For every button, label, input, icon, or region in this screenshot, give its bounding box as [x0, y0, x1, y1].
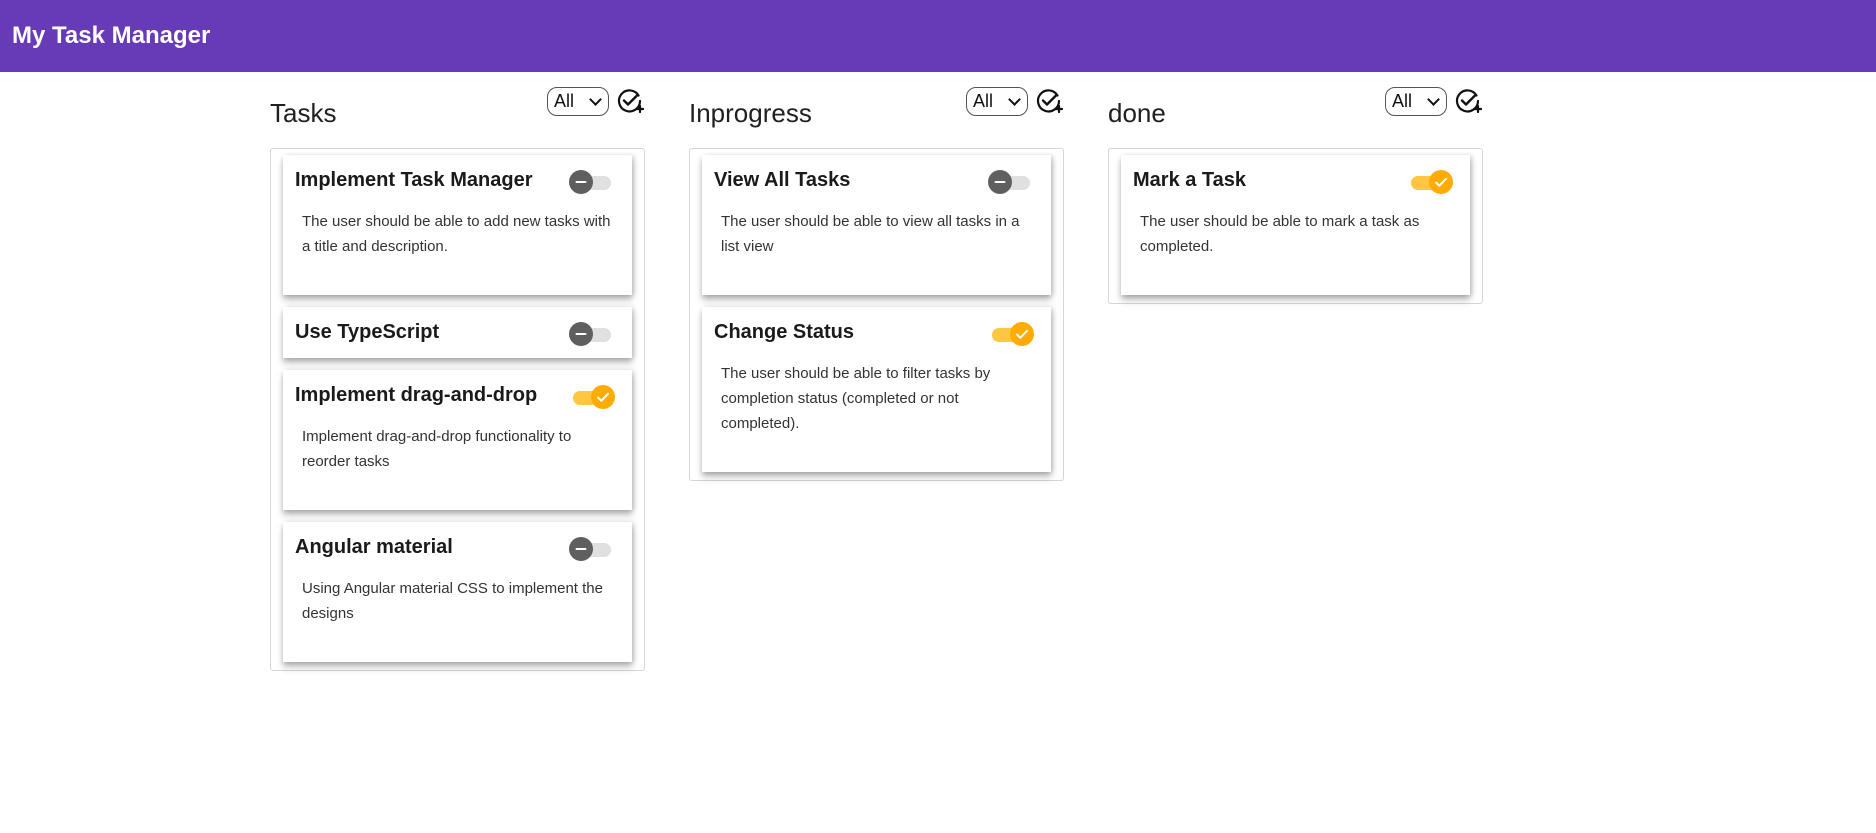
check-icon [1010, 322, 1034, 346]
minus-icon [569, 170, 593, 194]
task-card[interactable]: Angular material Using Angular material C… [283, 522, 632, 662]
task-card[interactable]: Implement drag-and-drop Implement drag-an… [283, 370, 632, 510]
task-description: The user should be able to mark a task a… [1140, 213, 1420, 255]
complete-toggle[interactable] [569, 169, 615, 195]
task-description: The user should be able to add new tasks… [302, 213, 611, 255]
status-filter-select[interactable]: All [1385, 86, 1447, 116]
minus-icon [988, 170, 1012, 194]
check-icon [591, 385, 615, 409]
column-title: Inprogress [689, 97, 812, 128]
task-list: Mark a Task The user should be able to ma… [1108, 148, 1483, 304]
task-description: The user should be able to filter tasks … [721, 365, 991, 432]
column-tools: All [547, 86, 645, 116]
filter-selected-value: All [554, 90, 575, 111]
complete-toggle[interactable] [569, 384, 615, 410]
task-list: Implement Task Manager The user should be… [270, 148, 645, 671]
column-title: Tasks [270, 97, 337, 128]
column-header: done All [1108, 86, 1483, 134]
column-header: Inprogress All [689, 86, 1064, 134]
column-0: Tasks All Implement Task Manager The user s… [270, 86, 645, 671]
minus-icon [569, 322, 593, 346]
complete-toggle[interactable] [569, 536, 615, 562]
filter-selected-value: All [1392, 90, 1413, 111]
task-description: The user should be able to view all task… [721, 213, 1020, 255]
task-list: View All Tasks The user should be able to… [689, 148, 1064, 481]
task-card[interactable]: Mark a Task The user should be able to ma… [1121, 155, 1470, 295]
add-task-icon[interactable] [1453, 86, 1483, 116]
column-1: Inprogress All View All Tasks The user shou… [689, 86, 1064, 481]
column-2: done All Mark a Task The user should be abl… [1108, 86, 1483, 304]
minus-icon [569, 537, 593, 561]
chevron-down-icon [589, 92, 602, 106]
column-header: Tasks All [270, 86, 645, 134]
app-title: My Task Manager [12, 22, 211, 49]
complete-toggle[interactable] [1407, 169, 1453, 195]
task-description: Implement drag-and-drop functionality to… [302, 428, 572, 470]
complete-toggle[interactable] [988, 169, 1034, 195]
task-board: Tasks All Implement Task Manager The user s… [0, 72, 1876, 833]
task-card[interactable]: Use TypeScript [283, 307, 632, 358]
task-description: Using Angular material CSS to implement … [302, 580, 603, 622]
add-task-icon[interactable] [1034, 86, 1064, 116]
status-filter-select[interactable]: All [966, 86, 1028, 116]
chevron-down-icon [1008, 92, 1021, 106]
status-filter-select[interactable]: All [547, 86, 609, 116]
add-task-icon[interactable] [615, 86, 645, 116]
column-tools: All [1385, 86, 1483, 116]
check-icon [1429, 170, 1453, 194]
filter-selected-value: All [973, 90, 994, 111]
task-card[interactable]: Implement Task Manager The user should be… [283, 155, 632, 295]
app-toolbar: My Task Manager [0, 0, 1876, 72]
complete-toggle[interactable] [988, 321, 1034, 347]
chevron-down-icon [1427, 92, 1440, 106]
column-tools: All [966, 86, 1064, 116]
task-card[interactable]: Change Status The user should be able to … [702, 307, 1051, 472]
complete-toggle[interactable] [569, 321, 615, 347]
task-card[interactable]: View All Tasks The user should be able to… [702, 155, 1051, 295]
column-title: done [1108, 97, 1166, 128]
